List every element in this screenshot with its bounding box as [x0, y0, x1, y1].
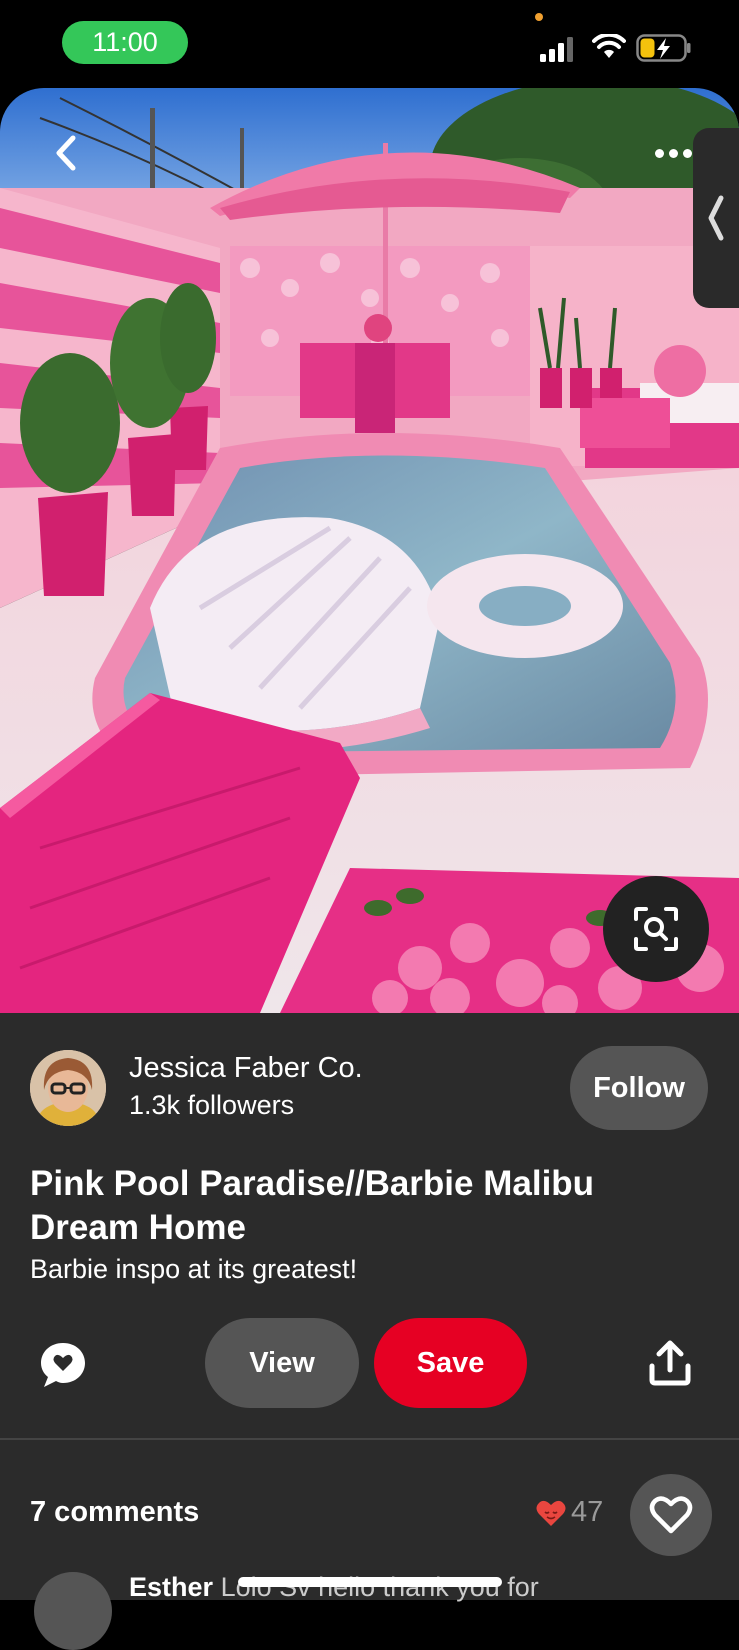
chevron-left-icon [708, 195, 724, 241]
pin-title: Pink Pool Paradise//Barbie Malibu Dream … [30, 1164, 595, 1247]
lens-search-icon [634, 907, 678, 951]
share-icon [649, 1340, 691, 1386]
view-button[interactable]: View [205, 1318, 359, 1408]
creator-name[interactable]: Jessica Faber Co. [129, 1052, 363, 1085]
heart-icon [536, 1500, 566, 1526]
follow-button[interactable]: Follow [570, 1046, 708, 1130]
comments-count: 7 comments [30, 1496, 200, 1528]
back-button[interactable] [40, 128, 90, 178]
avatar-image [30, 1050, 106, 1126]
comment-bubble-icon [41, 1343, 85, 1387]
home-indicator[interactable] [238, 1577, 502, 1587]
signal-icon [540, 37, 573, 62]
reaction-summary[interactable]: 47 [535, 1496, 603, 1529]
commenter-avatar[interactable] [34, 1572, 112, 1650]
pool-image [0, 88, 739, 1013]
more-options-button[interactable] [648, 138, 698, 168]
chevron-left-icon [56, 135, 76, 171]
follower-count: 1.3k followers [129, 1090, 295, 1120]
battery-charging-icon [636, 34, 691, 62]
status-time: 11:00 [62, 21, 188, 64]
like-button[interactable] [630, 1474, 712, 1556]
pin-description: Barbie inspo at its greatest! [30, 1254, 358, 1284]
comment-author: Esther [129, 1572, 214, 1602]
camera-indicator-dot [535, 13, 543, 21]
reaction-count: 47 [571, 1496, 604, 1528]
status-bar: 11:00 [0, 0, 739, 88]
heart-outline-icon [649, 1496, 693, 1534]
comment-button[interactable] [38, 1340, 88, 1390]
pin-image[interactable] [0, 88, 739, 1013]
creator-avatar[interactable] [30, 1050, 106, 1126]
visual-search-button[interactable] [603, 876, 709, 982]
section-divider [0, 1438, 739, 1440]
share-button[interactable] [648, 1340, 692, 1386]
side-panel-tab[interactable] [693, 128, 739, 308]
wifi-icon [592, 34, 626, 58]
save-button[interactable]: Save [374, 1318, 527, 1408]
more-horizontal-icon [654, 148, 664, 158]
